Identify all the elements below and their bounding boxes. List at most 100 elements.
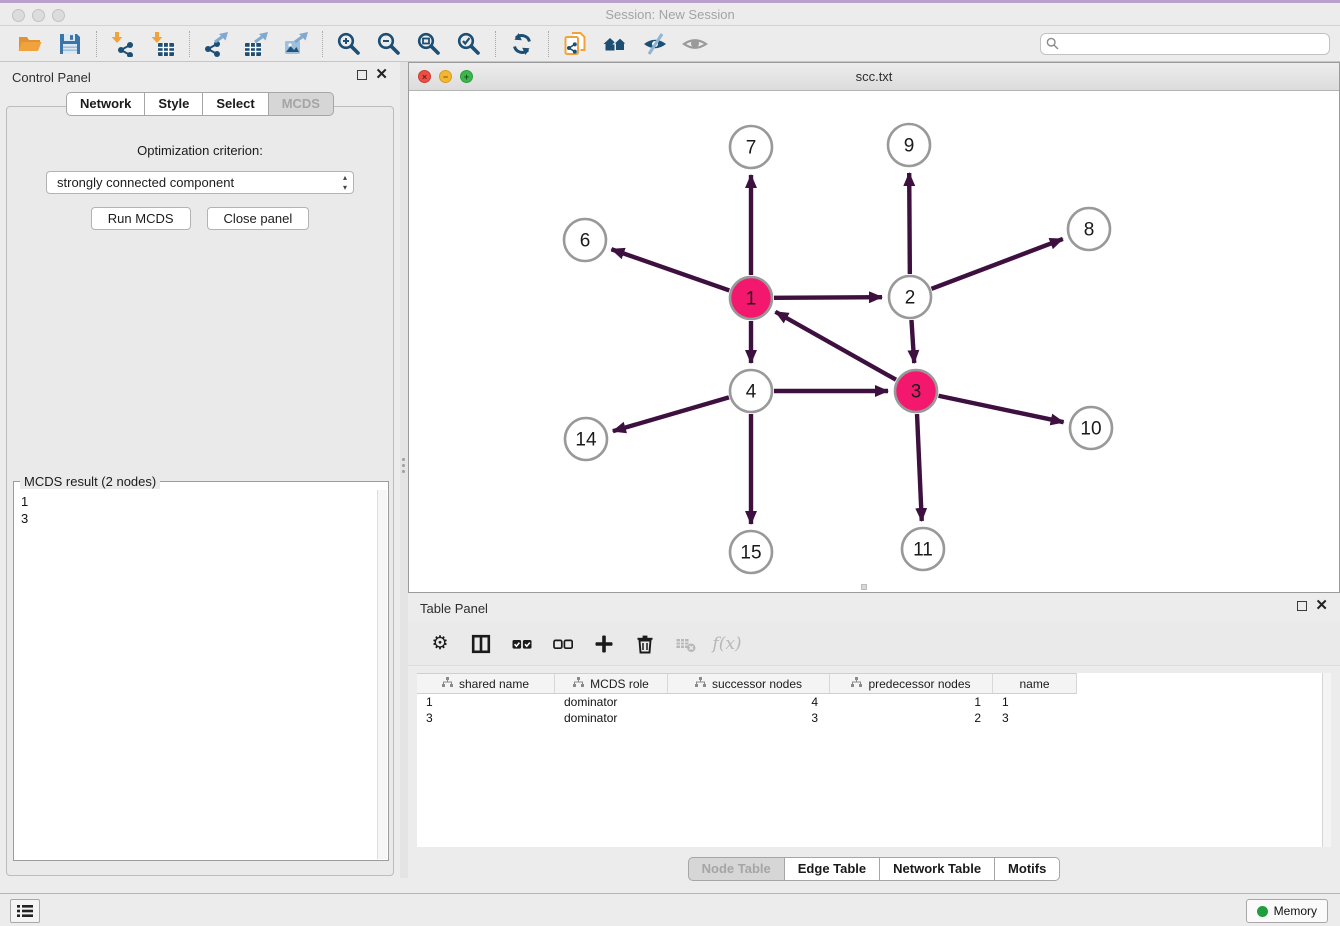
svg-text:1: 1 <box>746 289 757 310</box>
main-toolbar <box>0 26 1340 62</box>
run-mcds-button[interactable]: Run MCDS <box>91 207 191 230</box>
attribute-tree-icon <box>442 677 453 691</box>
close-panel-button[interactable]: Close panel <box>207 207 310 230</box>
memory-button[interactable]: Memory <box>1246 899 1328 923</box>
float-table-panel-icon[interactable] <box>1297 601 1307 611</box>
export-table-icon[interactable] <box>236 29 276 59</box>
zoom-in-icon[interactable] <box>329 29 369 59</box>
column-header-mcds-role[interactable]: MCDS role <box>555 673 668 694</box>
svg-text:10: 10 <box>1080 419 1101 440</box>
refresh-layout-icon[interactable] <box>502 29 542 59</box>
tab-network-table[interactable]: Network Table <box>879 857 995 881</box>
column-header-successor-nodes[interactable]: successor nodes <box>668 673 830 694</box>
tab-select[interactable]: Select <box>202 92 268 116</box>
zoom-fit-icon[interactable] <box>409 29 449 59</box>
table-cell[interactable]: 1 <box>993 694 1077 710</box>
task-history-button[interactable] <box>10 899 40 923</box>
delete-icon[interactable] <box>633 632 657 656</box>
select-all-icon[interactable] <box>510 632 534 656</box>
canvas-resize-handle[interactable] <box>861 584 867 590</box>
svg-text:4: 4 <box>746 382 757 403</box>
save-session-icon[interactable] <box>50 29 90 59</box>
graph-edge-1-6[interactable] <box>611 249 729 290</box>
table-cell[interactable]: dominator <box>555 710 668 726</box>
network-window-title: scc.txt <box>409 69 1339 84</box>
gear-icon[interactable]: ⚙ <box>428 632 452 656</box>
column-header-predecessor-nodes[interactable]: predecessor nodes <box>830 673 993 694</box>
close-panel-icon[interactable]: ✕ <box>375 69 388 81</box>
hide-selected-icon[interactable] <box>635 29 675 59</box>
svg-text:14: 14 <box>575 430 597 451</box>
network-window-titlebar[interactable]: scc.txt <box>409 63 1339 91</box>
tab-network[interactable]: Network <box>66 92 145 116</box>
graph-node-3[interactable]: 3 <box>895 370 937 412</box>
tab-style[interactable]: Style <box>144 92 203 116</box>
import-network-icon[interactable] <box>103 29 143 59</box>
tab-edge-table[interactable]: Edge Table <box>784 857 880 881</box>
table-cell[interactable]: 4 <box>668 694 830 710</box>
close-table-panel-icon[interactable]: ✕ <box>1315 600 1328 612</box>
column-header-name[interactable]: name <box>993 673 1077 694</box>
column-header-shared-name[interactable]: shared name <box>417 673 555 694</box>
graph-edge-3-11[interactable] <box>917 414 922 521</box>
toolbar-separator <box>189 31 190 57</box>
columns-icon[interactable] <box>469 632 493 656</box>
table-row[interactable]: 3dominator323 <box>417 710 1331 726</box>
zoom-out-icon[interactable] <box>369 29 409 59</box>
graph-node-11[interactable]: 11 <box>902 528 944 570</box>
graph-node-2[interactable]: 2 <box>889 276 931 318</box>
graph-node-9[interactable]: 9 <box>888 124 930 166</box>
graph-node-7[interactable]: 7 <box>730 126 772 168</box>
show-all-icon[interactable] <box>675 29 715 59</box>
tab-motifs[interactable]: Motifs <box>994 857 1060 881</box>
graph-edge-3-10[interactable] <box>939 396 1064 422</box>
network-canvas[interactable]: 7 9 6 8 1 2 4 3 14 10 15 11 <box>409 91 1339 592</box>
graph-edge-2-8[interactable] <box>932 239 1063 289</box>
session-title: Session: New Session <box>0 7 1340 22</box>
graph-node-10[interactable]: 10 <box>1070 407 1112 449</box>
table-cell[interactable]: 1 <box>830 694 993 710</box>
import-table-icon[interactable] <box>143 29 183 59</box>
table-scrollbar[interactable] <box>1322 673 1331 847</box>
graph-edge-2-9[interactable] <box>909 173 910 274</box>
table-cell[interactable]: 3 <box>993 710 1077 726</box>
graph-edge-4-14[interactable] <box>613 397 729 431</box>
splitter-handle-icon <box>402 455 406 476</box>
table-cell[interactable]: 1 <box>417 694 555 710</box>
search-input[interactable] <box>1040 33 1330 55</box>
table-cell[interactable]: 2 <box>830 710 993 726</box>
graph-node-1[interactable]: 1 <box>730 277 772 319</box>
toolbar-separator <box>322 31 323 57</box>
graph-node-15[interactable]: 15 <box>730 531 772 573</box>
mcds-result-scrollbar[interactable] <box>377 490 387 859</box>
table-cell[interactable]: dominator <box>555 694 668 710</box>
criterion-dropdown[interactable]: strongly connected component ▴▾ <box>46 171 354 194</box>
export-image-icon[interactable] <box>276 29 316 59</box>
table-cell[interactable]: 3 <box>417 710 555 726</box>
criterion-dropdown-value: strongly connected component <box>57 175 234 190</box>
table-header-row: shared name MCDS rolesuccessor nodesprede… <box>417 673 1331 694</box>
add-icon[interactable] <box>592 632 616 656</box>
tab-mcds[interactable]: MCDS <box>268 92 334 116</box>
graph-node-8[interactable]: 8 <box>1068 208 1110 250</box>
first-neighbors-icon[interactable] <box>595 29 635 59</box>
zoom-selected-icon[interactable] <box>449 29 489 59</box>
graph-edge-1-2[interactable] <box>774 297 882 298</box>
export-network-icon[interactable] <box>196 29 236 59</box>
graph-edge-3-1[interactable] <box>775 312 896 380</box>
table-row[interactable]: 1dominator411 <box>417 694 1331 710</box>
svg-text:3: 3 <box>911 382 922 403</box>
column-header-label: shared name <box>459 677 529 691</box>
graph-edge-2-3[interactable] <box>911 320 914 363</box>
tab-node-table[interactable]: Node Table <box>688 857 785 881</box>
graph-node-14[interactable]: 14 <box>565 418 607 460</box>
deselect-all-icon[interactable] <box>551 632 575 656</box>
graph-node-4[interactable]: 4 <box>730 370 772 412</box>
float-panel-icon[interactable] <box>357 70 367 80</box>
svg-text:6: 6 <box>580 231 591 252</box>
panel-splitter[interactable] <box>400 62 408 878</box>
table-cell[interactable]: 3 <box>668 710 830 726</box>
clone-network-icon[interactable] <box>555 29 595 59</box>
graph-node-6[interactable]: 6 <box>564 219 606 261</box>
open-file-icon[interactable] <box>10 29 50 59</box>
